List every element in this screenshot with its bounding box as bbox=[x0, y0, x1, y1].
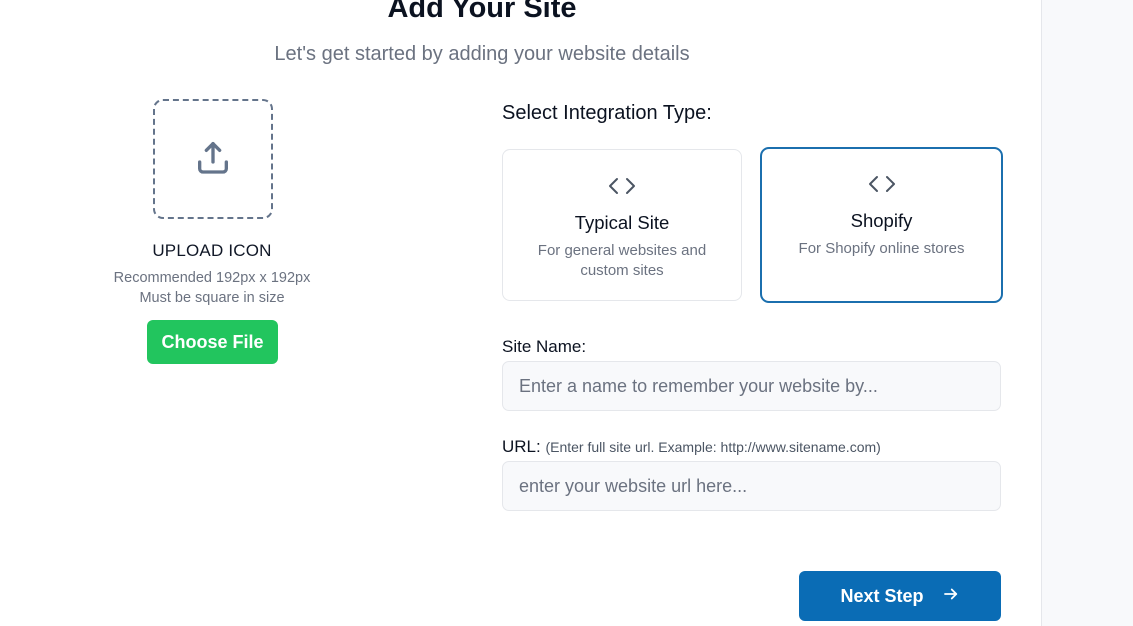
site-name-input[interactable] bbox=[502, 361, 1001, 411]
upload-title: UPLOAD ICON bbox=[152, 241, 272, 260]
integration-option-shopify[interactable]: Shopify For Shopify online stores bbox=[760, 147, 1003, 303]
page-subtitle: Let's get started by adding your website… bbox=[274, 43, 690, 65]
integration-option-title: Typical Site bbox=[574, 212, 670, 233]
url-hint: (Enter full site url. Example: http://ww… bbox=[545, 439, 881, 455]
add-site-page: Add Your Site Let's get started by addin… bbox=[0, 0, 1133, 626]
right-side-panel bbox=[1041, 0, 1133, 626]
code-icon bbox=[762, 172, 1001, 196]
upload-dropzone[interactable] bbox=[153, 99, 273, 219]
next-step-button[interactable]: Next Step bbox=[799, 571, 1001, 621]
integration-option-typical-site[interactable]: Typical Site For general websites and cu… bbox=[502, 149, 742, 301]
arrow-right-icon bbox=[942, 585, 960, 608]
integration-type-label: Select Integration Type: bbox=[502, 102, 712, 124]
page-title: Add Your Site bbox=[387, 0, 577, 24]
url-label-text: URL: bbox=[502, 437, 541, 456]
integration-option-title: Shopify bbox=[850, 210, 913, 231]
choose-file-button[interactable]: Choose File bbox=[147, 320, 278, 364]
upload-icon bbox=[193, 137, 233, 182]
next-step-label: Next Step bbox=[840, 585, 924, 606]
upload-hint-square: Must be square in size bbox=[139, 290, 285, 306]
integration-option-description: For general websites and custom sites bbox=[537, 242, 707, 279]
site-name-label: Site Name: bbox=[502, 337, 587, 356]
url-label: URL: (Enter full site url. Example: http… bbox=[502, 437, 881, 457]
integration-option-description: For Shopify online stores bbox=[798, 240, 965, 257]
url-input[interactable] bbox=[502, 461, 1001, 511]
upload-hint-size: Recommended 192px x 192px bbox=[113, 270, 311, 286]
code-icon bbox=[503, 174, 741, 198]
